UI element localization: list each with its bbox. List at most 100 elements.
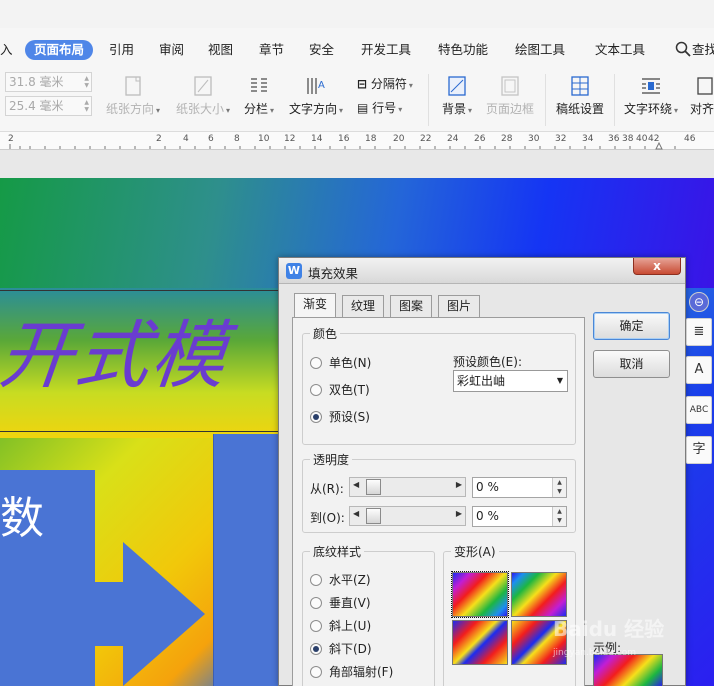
text-wrap-label: 文字环绕 [623,102,672,116]
ruler-number: 26 [474,134,486,144]
align-button[interactable]: 对齐 [690,74,714,117]
radio-preset[interactable]: 预设(S) [310,408,370,425]
margin-bottom-input[interactable]: 25.4 毫米 ▲ ▼ [5,96,92,116]
from-slider[interactable]: ◀ ▶ [349,477,466,497]
spin-arrows-icon[interactable]: ▲ ▼ [552,478,566,497]
close-button[interactable]: x [633,258,681,275]
tab-review[interactable]: 审阅 [159,40,184,60]
radio-label: 垂直(V) [329,596,371,610]
tab-pattern[interactable]: 图案 [390,295,433,317]
shading-styles-label: 底纹样式 [310,543,365,560]
manuscript-button[interactable]: 稿纸设置 [554,74,606,117]
tab-page-layout[interactable]: 页面布局 [25,40,94,60]
manuscript-label: 稿纸设置 [555,102,604,116]
ruler-number: 24 [447,134,459,144]
slider-right-arrow-icon[interactable]: ▶ [456,509,462,518]
ruler-number: 2 [156,134,162,144]
variant-swatch-3[interactable] [452,620,508,665]
slider-right-arrow-icon[interactable]: ▶ [456,480,462,489]
slider-thumb[interactable] [366,508,381,524]
orientation-button[interactable]: 纸张方向 ▾ [104,74,162,117]
paper-size-label: 纸张大小 [175,102,224,116]
dropdown-arrow-icon: ▼ [556,376,563,385]
tab-drawing-tools[interactable]: 绘图工具 [515,40,565,60]
paper-size-icon [194,76,212,96]
blue-shape[interactable] [213,434,283,686]
radio-two-color[interactable]: 双色(T) [310,381,370,398]
text-style-icon[interactable]: A [686,356,712,384]
text-wrap-button[interactable]: 文字环绕 ▾ [622,74,680,117]
tab-references[interactable]: 引用 [109,40,134,60]
text-direction-button[interactable]: A 文字方向 ▾ [286,74,346,117]
to-value-input[interactable]: 0 % ▲ ▼ [472,506,567,527]
spin-arrows-icon[interactable]: ▲ ▼ [552,507,566,526]
orientation-label: 纸张方向 [105,102,154,116]
preset-colors-dropdown[interactable]: 彩虹出岫 ▼ [453,370,568,392]
radio-label: 角部辐射(F) [329,665,394,679]
margin-top-input[interactable]: 31.8 毫米 ▲ ▼ [5,72,92,92]
radio-from-corner[interactable]: 角部辐射(F) [310,663,393,680]
font-tool-icon[interactable]: 字 [686,436,712,464]
align-label: 对齐 [690,102,714,116]
page-border-button[interactable]: 页面边框 [484,74,536,117]
radio-diagonal-up[interactable]: 斜上(U) [310,617,371,634]
background-button[interactable]: 背景 ▾ [439,74,475,117]
search-icon[interactable] [675,41,691,57]
tab-security[interactable]: 安全 [309,40,334,60]
collapse-toolbar-icon[interactable]: ⊖ [689,292,709,312]
slider-left-arrow-icon[interactable]: ◀ [353,509,359,518]
tab-text-tools[interactable]: 文本工具 [595,40,645,60]
dialog-titlebar[interactable]: W 填充效果 x [279,258,685,284]
columns-icon [251,78,267,92]
line-numbers-button[interactable]: ▤ 行号 ▾ [357,99,402,116]
horizontal-ruler[interactable]: 2 2 4 6 8 10 12 14 16 18 20 22 24 26 28 … [0,132,714,150]
columns-button[interactable]: 分栏 ▾ [241,74,277,117]
tab-texture[interactable]: 纹理 [342,295,385,317]
tab-chapter[interactable]: 章节 [259,40,284,60]
tab-insert[interactable]: 入 [0,40,13,60]
radio-diagonal-down[interactable]: 斜下(D) [310,640,372,657]
page-border-icon [501,76,519,96]
columns-label: 分栏 [243,102,268,116]
radio-horizontal[interactable]: 水平(Z) [310,571,371,588]
spin-arrows-icon[interactable]: ▲ ▼ [84,75,89,89]
menu-bar: 入 页面布局 引用 审阅 视图 章节 安全 开发工具 特色功能 绘图工具 文本工… [0,28,714,70]
paper-size-button[interactable]: 纸张大小 ▾ [174,74,232,117]
slider-left-arrow-icon[interactable]: ◀ [353,480,359,489]
transparency-label: 透明度 [310,451,353,468]
ruler-number: 38 [622,134,634,144]
ruler-number: 14 [311,134,323,144]
ok-button[interactable]: 确定 [593,312,670,340]
radio-circle [310,573,322,586]
radio-single-color[interactable]: 单色(N) [310,354,371,371]
page-margin-area [0,150,714,178]
spell-check-icon[interactable]: ABC [686,396,712,424]
ruler-number: 32 [555,134,567,144]
ruler-number: 4 [183,134,189,144]
tab-picture[interactable]: 图片 [438,295,481,317]
slider-thumb[interactable] [366,479,381,495]
paragraph-tool-icon[interactable]: ≣ [686,318,712,346]
tab-view[interactable]: 视图 [208,40,233,60]
ribbon-divider [428,74,429,126]
to-slider[interactable]: ◀ ▶ [349,506,466,526]
shading-styles-group: 底纹样式 水平(Z) 垂直(V) 斜上(U) 斜下(D) 角部辐射(F) [302,543,435,686]
tab-developer[interactable]: 开发工具 [361,40,411,60]
variant-swatch-2[interactable] [511,572,567,617]
separator-button[interactable]: ⊟ 分隔符 ▾ [357,75,413,92]
sample-preview [593,654,663,686]
radio-circle [310,665,322,678]
cancel-button[interactable]: 取消 [593,350,670,378]
title-wordart[interactable]: 开式模 [0,296,234,403]
spin-arrows-icon[interactable]: ▲ ▼ [84,99,89,113]
radio-vertical[interactable]: 垂直(V) [310,594,371,611]
tab-gradient[interactable]: 渐变 [294,293,337,317]
radio-label: 水平(Z) [329,573,371,587]
arrow-shape[interactable] [95,542,205,686]
variant-swatch-1[interactable] [451,571,509,618]
tab-find[interactable]: 查找 [692,40,714,60]
ruler-number: 8 [234,134,240,144]
tab-special-features[interactable]: 特色功能 [438,40,488,60]
baidu-watermark-url: jingyan.baidu.com [553,648,637,658]
from-value-input[interactable]: 0 % ▲ ▼ [472,477,567,498]
